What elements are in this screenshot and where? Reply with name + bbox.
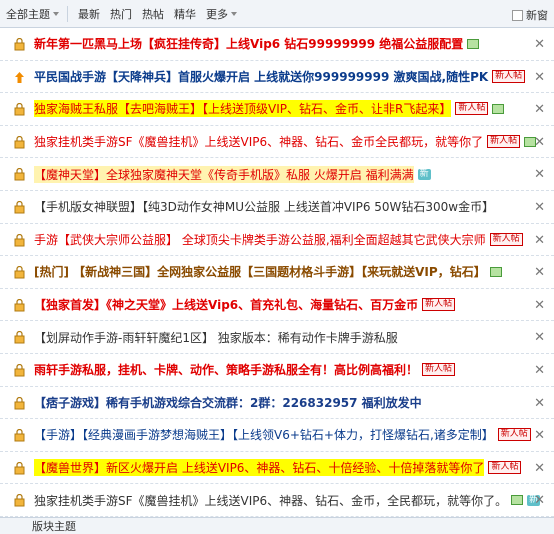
thread-row: 雨轩手游私服，挂机、卡牌、动作、策略手游私服全有！高比例高福利！ 新人帖 ✕ xyxy=(0,354,554,387)
thread-title[interactable]: 新年第一匹黑马上场【疯狂挂传奇】上线Vip6 钻石99999999 绝福公益服配… xyxy=(34,35,463,52)
close-icon[interactable]: ✕ xyxy=(534,265,545,280)
chevron-down-icon xyxy=(53,11,59,16)
thread-row: 【手机版女神联盟】【纯3D动作女神MU公益服 上线送首冲VIP6 50W钻石30… xyxy=(0,191,554,224)
new-user-badge: 新人帖 xyxy=(497,428,531,442)
thread-title[interactable]: 【魔兽世界】新区火爆开启 上线送VIP6、神器、钻石、十倍经验、十倍掉落就等你了 xyxy=(34,459,485,477)
thread-title[interactable]: 独家挂机类手游SF《魔兽挂机》上线送VIP6、神器、钻石、金币，全民都玩，就等你… xyxy=(34,492,507,509)
close-icon[interactable]: ✕ xyxy=(534,135,545,150)
lock-icon xyxy=(14,103,25,116)
section-footer: 版块主题 xyxy=(0,516,554,534)
thread-row: [热门] 【新战神三国】全网独家公益服【三国题材格斗手游】【来玩就送VIP，钻石… xyxy=(0,256,554,289)
thread-title[interactable]: 平民国战手游【天降神兵】首服火爆开启 上线就送你999999999 激爽国战,随… xyxy=(34,68,488,85)
close-icon[interactable]: ✕ xyxy=(534,298,545,313)
lock-icon xyxy=(14,38,25,51)
new-user-badge: 新人帖 xyxy=(487,135,521,149)
more-dropdown[interactable]: 更多 xyxy=(206,6,237,22)
thread-title[interactable]: 手游【武侠大宗师公益服】 全球顶尖卡牌类手游公益服,福利全面超越其它武侠大宗师 xyxy=(34,231,486,248)
image-attachment-icon xyxy=(511,495,524,506)
new-user-badge: 新人帖 xyxy=(422,363,456,377)
close-icon[interactable]: ✕ xyxy=(534,330,545,345)
image-attachment-icon xyxy=(467,38,480,49)
lock-icon xyxy=(14,266,25,279)
thread-row: 平民国战手游【天降神兵】首服火爆开启 上线就送你999999999 激爽国战,随… xyxy=(0,61,554,94)
thread-title[interactable]: 【划屏动作手游-雨轩轩魔纪1区】 独家版本：稀有动作卡牌手游私服 xyxy=(34,329,398,346)
thread-row: 【独家首发】《神之天堂》上线送Vip6、首充礼包、海量钻石、百万金币 新人帖 ✕ xyxy=(0,289,554,322)
close-icon[interactable]: ✕ xyxy=(534,102,545,117)
close-icon[interactable]: ✕ xyxy=(534,70,545,85)
thread-row: 新年第一匹黑马上场【疯狂挂传奇】上线Vip6 钻石99999999 绝福公益服配… xyxy=(0,28,554,61)
thread-row: 【手游】【经典漫画手游梦想海贼王】【上线领V6+钻石+体力，打怪爆钻石,诸多定制… xyxy=(0,419,554,452)
lock-icon xyxy=(14,135,25,149)
lock-icon xyxy=(14,461,25,475)
thread-row: 手游【武侠大宗师公益服】 全球顶尖卡牌类手游公益服,福利全面超越其它武侠大宗师 … xyxy=(0,224,554,257)
image-attachment-icon xyxy=(492,103,505,114)
thread-title[interactable]: 【手游】【经典漫画手游梦想海贼王】【上线领V6+钻石+体力，打怪爆钻石,诸多定制… xyxy=(34,426,494,443)
all-topics-dropdown[interactable]: 全部主题 xyxy=(6,5,68,22)
thread-row: 【魔神天堂】全球独家魔神天堂《传奇手机版》私服 火爆开启 福利满满 新 ✕ xyxy=(0,158,554,191)
lock-icon xyxy=(14,429,25,442)
thread-row: 【魔兽世界】新区火爆开启 上线送VIP6、神器、钻石、十倍经验、十倍掉落就等你了… xyxy=(0,452,554,485)
topic-toolbar: 全部主题 最新 热门 热帖 精华 更多 新窗 xyxy=(0,0,554,28)
hot-filter[interactable]: 热门 xyxy=(110,6,132,22)
lock-icon xyxy=(14,233,25,247)
lock-icon xyxy=(14,331,25,344)
thread-title[interactable]: [热门] 【新战神三国】全网独家公益服【三国题材格斗手游】【来玩就送VIP，钻石… xyxy=(34,263,486,280)
thread-row: 独家海贼王私服【去吧海贼王】【上线送顶级VIP、钻石、金币、让非R飞起来】 新人… xyxy=(0,93,554,126)
new-user-badge: 新人帖 xyxy=(492,69,526,83)
latest-filter[interactable]: 最新 xyxy=(78,6,100,22)
pinned-up-icon xyxy=(15,71,24,83)
section-topics-label: 版块主题 xyxy=(32,519,76,533)
close-icon[interactable]: ✕ xyxy=(534,396,545,411)
digest-filter[interactable]: 精华 xyxy=(174,6,196,22)
new-window-toggle[interactable]: 新窗 xyxy=(512,7,548,23)
new-badge: 新 xyxy=(417,168,431,180)
close-icon[interactable]: ✕ xyxy=(534,167,545,182)
all-topics-label: 全部主题 xyxy=(6,7,50,21)
thread-list: 新年第一匹黑马上场【疯狂挂传奇】上线Vip6 钻石99999999 绝福公益服配… xyxy=(0,28,554,517)
image-attachment-icon xyxy=(489,266,502,277)
thread-title[interactable]: 雨轩手游私服，挂机、卡牌、动作、策略手游私服全有！高比例高福利！ xyxy=(34,361,418,378)
close-icon[interactable]: ✕ xyxy=(534,233,545,248)
lock-icon xyxy=(14,396,25,410)
new-window-label: 新窗 xyxy=(526,9,548,22)
more-label: 更多 xyxy=(206,7,228,21)
new-user-badge: 新人帖 xyxy=(489,232,523,246)
thread-row: 【划屏动作手游-雨轩轩魔纪1区】 独家版本：稀有动作卡牌手游私服 ✕ xyxy=(0,321,554,354)
new-window-checkbox[interactable] xyxy=(512,9,523,21)
thread-title[interactable]: 【痞子游戏】稀有手机游戏综合交流群：2群：226832957 福利放发中 xyxy=(34,394,422,411)
thread-row: 独家挂机类手游SF《魔兽挂机》上线送VIP6、神器、钻石、金币，全民都玩，就等你… xyxy=(0,484,554,517)
lock-icon xyxy=(14,298,25,312)
close-icon[interactable]: ✕ xyxy=(534,37,545,52)
thread-row: 【痞子游戏】稀有手机游戏综合交流群：2群：226832957 福利放发中 ✕ xyxy=(0,387,554,420)
thread-title[interactable]: 【魔神天堂】全球独家魔神天堂《传奇手机版》私服 火爆开启 福利满满 xyxy=(34,165,414,183)
new-user-badge: 新人帖 xyxy=(455,102,489,116)
thread-row: 独家挂机类手游SF《魔兽挂机》上线送VIP6、神器、钻石、金币全民都玩，就等你了… xyxy=(0,126,554,159)
thread-title[interactable]: 独家海贼王私服【去吧海贼王】【上线送顶级VIP、钻石、金币、让非R飞起来】 xyxy=(34,100,452,118)
new-user-badge: 新人帖 xyxy=(422,298,456,312)
close-icon[interactable]: ✕ xyxy=(534,428,545,443)
thread-title[interactable]: 独家挂机类手游SF《魔兽挂机》上线送VIP6、神器、钻石、金币全民都玩，就等你了 xyxy=(34,133,483,150)
close-icon[interactable]: ✕ xyxy=(534,363,545,378)
lock-icon xyxy=(14,168,25,181)
close-icon[interactable]: ✕ xyxy=(534,461,545,476)
lock-icon xyxy=(14,494,25,507)
thread-title[interactable]: 【独家首发】《神之天堂》上线送Vip6、首充礼包、海量钻石、百万金币 xyxy=(34,296,418,313)
lock-icon xyxy=(14,363,25,377)
new-user-badge: 新人帖 xyxy=(488,461,522,475)
hot-posts-filter[interactable]: 热帖 xyxy=(142,6,164,22)
lock-icon xyxy=(14,200,25,214)
thread-title[interactable]: 【手机版女神联盟】【纯3D动作女神MU公益服 上线送首冲VIP6 50W钻石30… xyxy=(34,198,494,215)
chevron-down-icon xyxy=(231,11,237,16)
close-icon[interactable]: ✕ xyxy=(534,493,545,508)
close-icon[interactable]: ✕ xyxy=(534,200,545,215)
